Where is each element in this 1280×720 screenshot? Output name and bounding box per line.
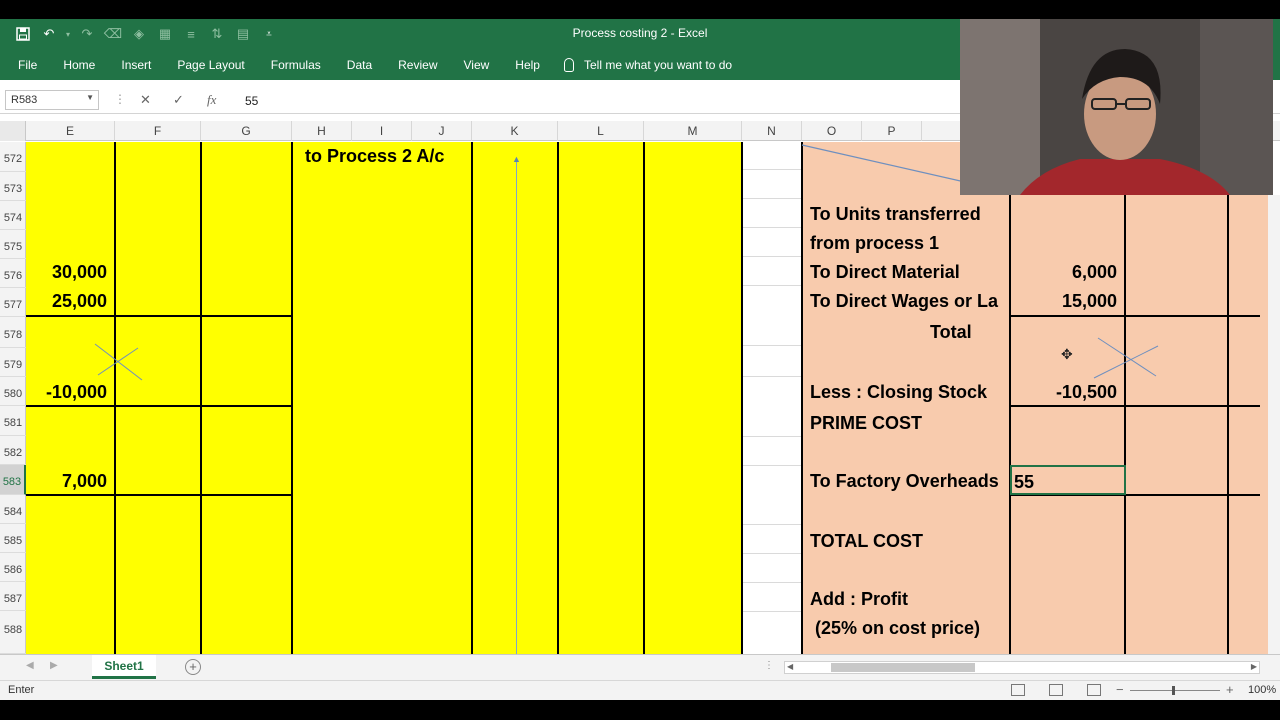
cell-e577[interactable]: 25,000 <box>26 291 107 312</box>
label-direct-material[interactable]: To Direct Material <box>810 262 960 283</box>
cell-cursor-icon: ✥ <box>1061 346 1073 362</box>
excel-window: ↶ ▾ ↷ ⌫ ◈ ▦ ≡ ⇅ ▤ ⩡ Process costing 2 - … <box>0 0 1280 720</box>
sheet-tab-sheet1[interactable]: Sheet1 <box>92 655 156 679</box>
status-bar: Enter − + 100% <box>0 680 1280 700</box>
scroll-sheets-left-icon[interactable]: ◀ <box>26 660 34 671</box>
screen-bottom-border <box>0 700 1280 720</box>
cell-direct-material-amount[interactable]: 6,000 <box>1010 262 1117 283</box>
webcam-overlay <box>960 19 1273 195</box>
cell-e580[interactable]: -10,000 <box>26 382 107 403</box>
page-layout-view-icon[interactable] <box>1049 684 1063 696</box>
label-units-transferred[interactable]: To Units transferred <box>810 204 981 225</box>
label-total-cost[interactable]: TOTAL COST <box>810 531 923 552</box>
label-direct-wages[interactable]: To Direct Wages or La <box>810 291 1009 312</box>
cell-direct-wages-amount[interactable]: 15,000 <box>1010 291 1117 312</box>
label-prime-cost[interactable]: PRIME COST <box>810 413 922 434</box>
presenter-video-icon <box>960 19 1273 195</box>
scroll-sheets-right-icon[interactable]: ▶ <box>50 660 58 671</box>
cell-e583[interactable]: 7,000 <box>26 471 107 492</box>
zoom-level[interactable]: 100% <box>1248 684 1276 696</box>
label-total[interactable]: Total <box>930 322 972 343</box>
page-break-view-icon[interactable] <box>1087 684 1101 696</box>
normal-view-icon[interactable] <box>1011 684 1025 696</box>
sheet-tab-bar: ◀ ▶ Sheet1 + ⋮ ◀ ▶ <box>0 654 1280 680</box>
scroll-right-icon[interactable]: ▶ <box>1251 662 1257 671</box>
zoom-slider[interactable] <box>1130 690 1220 691</box>
horizontal-scrollbar[interactable]: ◀ ▶ <box>784 661 1260 674</box>
vertical-scrollbar[interactable] <box>1268 195 1280 654</box>
horizontal-scroll-thumb[interactable] <box>831 663 975 672</box>
active-cell-value: 55 <box>1014 472 1035 492</box>
label-add-profit[interactable]: Add : Profit <box>810 589 908 610</box>
active-cell[interactable]: 55 <box>1010 465 1126 495</box>
zoom-in-icon[interactable]: + <box>1226 682 1234 697</box>
zoom-out-icon[interactable]: − <box>1116 682 1124 697</box>
label-factory-overheads[interactable]: To Factory Overheads <box>810 471 999 492</box>
zoom-slider-knob[interactable] <box>1172 686 1175 695</box>
tab-split-handle-icon[interactable]: ⋮ <box>764 660 774 671</box>
account-heading: to Process 2 A/c <box>305 146 445 166</box>
cell-e576[interactable]: 30,000 <box>26 262 107 283</box>
label-profit-note[interactable]: (25% on cost price) <box>810 618 980 639</box>
new-sheet-button[interactable]: + <box>185 659 201 675</box>
cell-mode-indicator: Enter <box>8 684 35 696</box>
label-from-process-1[interactable]: from process 1 <box>810 233 939 254</box>
label-closing-stock[interactable]: Less : Closing Stock <box>810 382 987 403</box>
cell-closing-stock-amount[interactable]: -10,500 <box>1010 382 1117 403</box>
scroll-left-icon[interactable]: ◀ <box>787 662 793 671</box>
